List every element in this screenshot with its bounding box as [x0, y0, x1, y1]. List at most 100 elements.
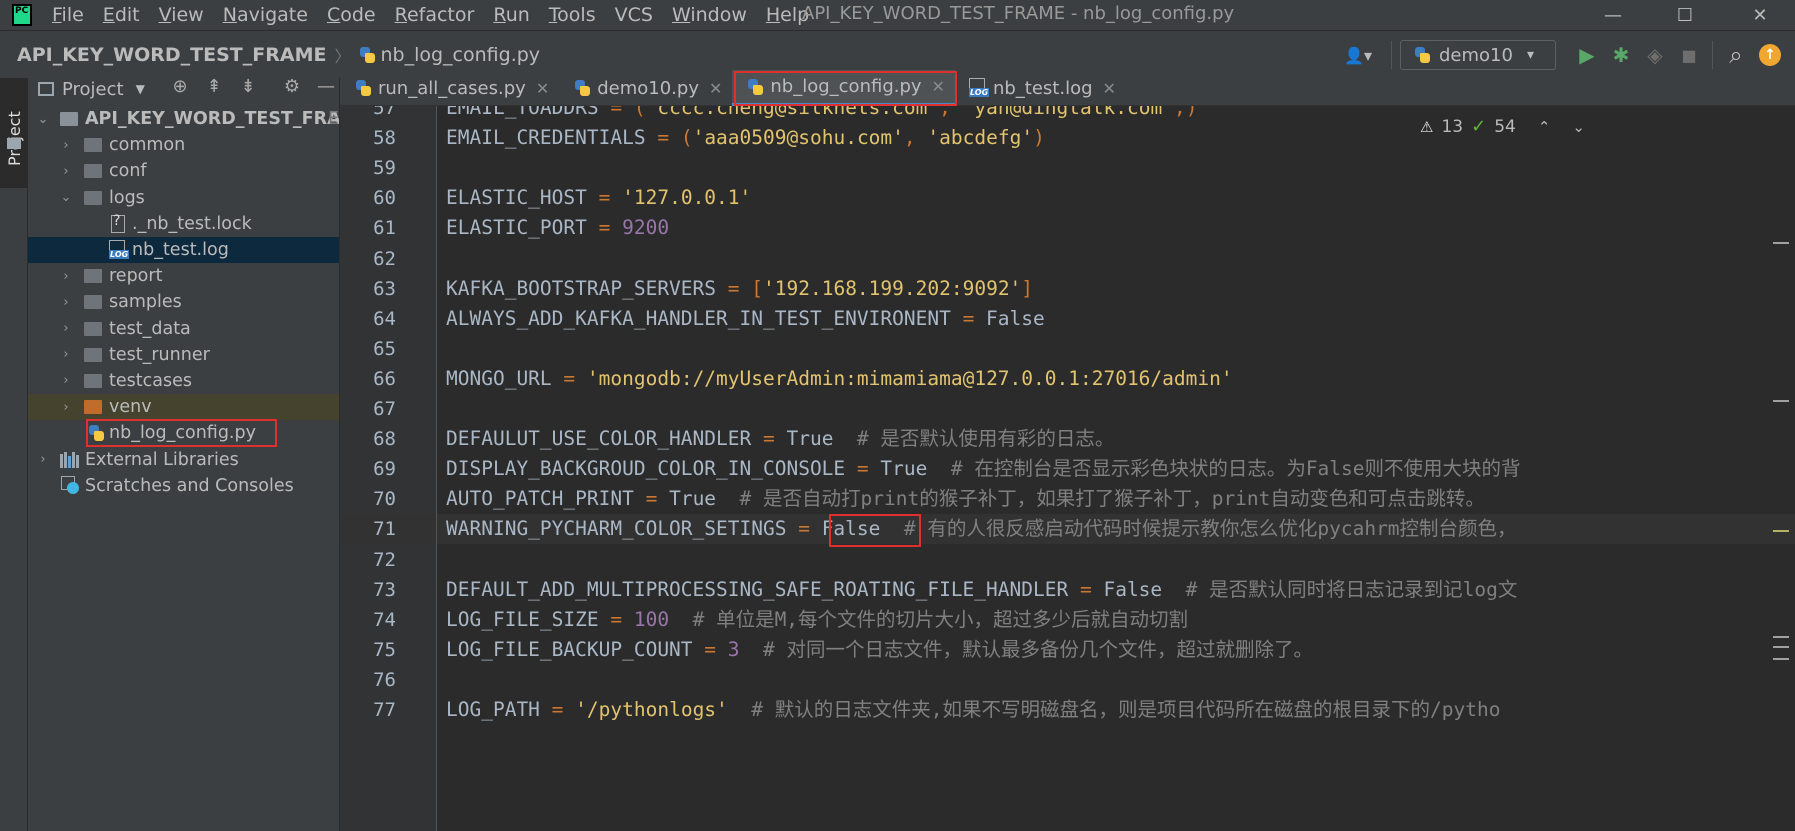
menu-run[interactable]: Run — [493, 4, 529, 26]
run-icon[interactable]: ▶ — [1570, 38, 1604, 72]
tree-item-external-libraries[interactable]: › External Libraries — [28, 446, 339, 472]
tree-item-conf[interactable]: › conf — [28, 158, 339, 184]
inspection-widget[interactable]: ⚠ 13 ✓ 54 ⌃ ⌄ — [1420, 116, 1585, 137]
debug-icon[interactable]: ✱ — [1604, 38, 1638, 72]
tree-item-test-data[interactable]: › test_data — [28, 316, 339, 342]
tree-item-common[interactable]: › common — [28, 132, 339, 158]
update-button[interactable]: ↑ — [1753, 38, 1787, 72]
tree-item-report[interactable]: › report — [28, 263, 339, 289]
code-line[interactable]: 75 LOG_FILE_BACKUP_COUNT = 3 # 对同一个日志文件，默… — [340, 635, 1795, 665]
tab-nb-log-config[interactable]: nb_log_config.py ✕ — [732, 70, 957, 106]
code-line[interactable]: 74 LOG_FILE_SIZE = 100 # 单位是M,每个文件的切片大小，超… — [340, 605, 1795, 635]
tree-item-venv[interactable]: › venv — [28, 394, 339, 421]
close-window-button[interactable]: ✕ — [1735, 0, 1785, 30]
chevron-right-icon[interactable]: › — [36, 452, 50, 467]
menu-vcs[interactable]: VCS — [615, 4, 653, 26]
locate-file-icon[interactable]: ⊕ — [163, 78, 197, 97]
gear-icon[interactable]: ⚙ — [275, 78, 309, 97]
menu-code[interactable]: Code — [327, 4, 376, 26]
run-configuration-select[interactable]: demo10 ▾ — [1400, 40, 1556, 70]
tree-item-nb-test-lock[interactable]: ._nb_test.lock — [28, 211, 339, 237]
breadcrumb-project[interactable]: API_KEY_WORD_TEST_FRAME — [17, 44, 326, 66]
menu-view[interactable]: View — [159, 4, 204, 26]
code-line[interactable]: 60 ELASTIC_HOST = '127.0.0.1' — [340, 183, 1795, 213]
code-text: DEFAULUT_USE_COLOR_HANDLER = True # 是否默认… — [446, 427, 1115, 451]
tree-item-test-runner[interactable]: › test_runner — [28, 342, 339, 368]
stop-icon[interactable]: ■ — [1672, 38, 1706, 72]
code-text: AUTO_PATCH_PRINT = True # 是否自动打print的猴子补… — [446, 487, 1485, 511]
tree-item-samples[interactable]: › samples — [28, 289, 339, 315]
collapse-all-icon[interactable]: ⇟ — [231, 78, 265, 97]
expand-all-icon[interactable]: ⇞ — [197, 78, 231, 97]
tree-item-scratches[interactable]: Scratches and Consoles — [28, 473, 339, 499]
unknown-file-icon — [111, 213, 125, 233]
close-icon[interactable]: ✕ — [1103, 79, 1116, 98]
code-line[interactable]: 71 WARNING_PYCHARM_COLOR_SETINGS = False … — [340, 514, 1795, 545]
code-line[interactable]: 68 DEFAULUT_USE_COLOR_HANDLER = True # 是否… — [340, 424, 1795, 454]
breadcrumb-file[interactable]: nb_log_config.py — [358, 44, 540, 66]
code-text: LOG_FILE_BACKUP_COUNT = 3 # 对同一个日志文件，默认最… — [446, 637, 1313, 661]
code-editor[interactable]: 57 EMAIL_TOADDRS = ('cccc.cheng@silknets.… — [340, 106, 1795, 831]
menu-tools[interactable]: Tools — [549, 4, 596, 26]
code-line[interactable]: 63 KAFKA_BOOTSTRAP_SERVERS = ['192.168.19… — [340, 274, 1795, 304]
tab-nb-test-log[interactable]: LOG nb_test.log ✕ — [955, 70, 1126, 106]
code-line[interactable]: 77 LOG_PATH = '/pythonlogs' # 默认的日志文件夹,如果… — [340, 695, 1795, 725]
close-icon[interactable]: ✕ — [536, 79, 549, 98]
code-line[interactable]: 73 DEFAULT_ADD_MULTIPROCESSING_SAFE_ROATI… — [340, 575, 1795, 605]
code-line[interactable]: 59 — [340, 153, 1795, 183]
code-text: DEFAULT_ADD_MULTIPROCESSING_SAFE_ROATING… — [446, 577, 1518, 601]
chevron-down-icon[interactable]: ⌄ — [59, 190, 73, 205]
code-line[interactable]: 70 AUTO_PATCH_PRINT = True # 是否自动打print的猴… — [340, 484, 1795, 514]
chevron-right-icon[interactable]: › — [59, 295, 73, 310]
code-line[interactable]: 61 ELASTIC_PORT = 9200 — [340, 213, 1795, 243]
tree-item-logs[interactable]: ⌄ logs — [28, 185, 339, 211]
tab-demo10[interactable]: demo10.py ✕ — [559, 70, 732, 106]
tree-item-nb-test-log[interactable]: LOG nb_test.log — [28, 236, 339, 264]
code-line[interactable]: 66 MONGO_URL = 'mongodb://myUserAdmin:mim… — [340, 364, 1795, 394]
maximize-icon: ☐ — [1676, 4, 1694, 26]
code-line[interactable]: 69 DISPLAY_BACKGROUD_COLOR_IN_CONSOLE = T… — [340, 454, 1795, 484]
code-line[interactable]: 62 — [340, 244, 1795, 274]
scrollbar-marker[interactable] — [1773, 400, 1789, 402]
chevron-down-icon[interactable]: ⌄ — [1572, 118, 1585, 136]
code-line[interactable]: 67 — [340, 394, 1795, 424]
menu-edit[interactable]: Edit — [103, 4, 140, 26]
project-view-selector[interactable]: Project ▼ — [38, 78, 145, 100]
tree-item-nb-log-config[interactable]: nb_log_config.py — [28, 419, 339, 448]
user-account-icon[interactable]: 👤▾ — [1333, 38, 1383, 72]
tab-run-all-cases[interactable]: run_all_cases.py ✕ — [340, 70, 559, 106]
scrollbar-marker[interactable] — [1773, 646, 1789, 648]
scrollbar-marker[interactable] — [1773, 658, 1789, 660]
scrollbar-marker[interactable] — [1773, 530, 1789, 532]
chevron-right-icon[interactable]: › — [59, 138, 73, 153]
project-tool-tab[interactable]: Project — [0, 78, 28, 188]
menu-window[interactable]: Window — [672, 4, 747, 26]
chevron-up-icon[interactable]: ⌃ — [1538, 118, 1551, 136]
chevron-right-icon[interactable]: › — [59, 164, 73, 179]
code-line[interactable]: 76 — [340, 665, 1795, 695]
chevron-right-icon[interactable]: › — [59, 400, 73, 415]
menu-refactor[interactable]: Refactor — [395, 4, 475, 26]
scrollbar-marker[interactable] — [1773, 636, 1789, 638]
code-line[interactable]: 64 ALWAYS_ADD_KAFKA_HANDLER_IN_TEST_ENVIR… — [340, 304, 1795, 334]
tree-item-testcases[interactable]: › testcases — [28, 368, 339, 394]
code-line[interactable]: 65 — [340, 334, 1795, 364]
line-number: 60 — [373, 187, 396, 210]
weak-warning-count: 54 — [1494, 116, 1516, 137]
maximize-button[interactable]: ☐ — [1660, 0, 1710, 30]
chevron-right-icon[interactable]: › — [59, 373, 73, 388]
coverage-icon[interactable]: ◈ — [1638, 38, 1672, 72]
minimize-button[interactable]: — — [1588, 0, 1638, 30]
chevron-right-icon[interactable]: › — [59, 321, 73, 336]
code-line[interactable]: 72 — [340, 545, 1795, 575]
close-icon[interactable]: ✕ — [709, 79, 722, 98]
chevron-down-icon[interactable]: ⌄ — [36, 112, 50, 127]
search-icon[interactable]: ⌕ — [1719, 38, 1753, 72]
tree-item-root[interactable]: ⌄ API_KEY_WORD_TEST_FRAME E: — [28, 106, 339, 132]
hide-panel-icon[interactable]: — — [309, 78, 339, 97]
menu-navigate[interactable]: Navigate — [223, 4, 308, 26]
scrollbar-marker[interactable] — [1773, 242, 1789, 244]
chevron-right-icon[interactable]: › — [59, 269, 73, 284]
chevron-right-icon[interactable]: › — [59, 347, 73, 362]
menu-file[interactable]: File — [52, 4, 84, 26]
